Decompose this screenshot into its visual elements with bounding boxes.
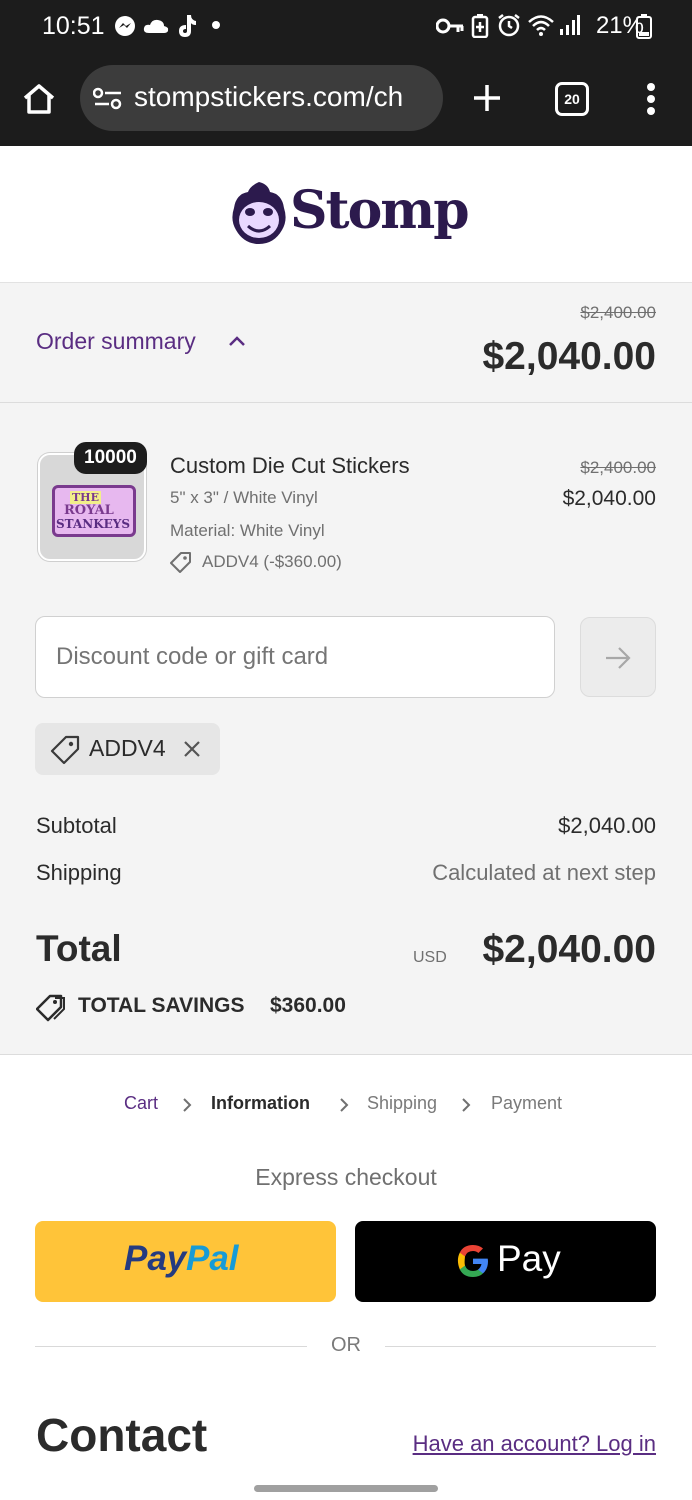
paypal-logo-pay: Pay — [124, 1239, 187, 1278]
savings-tag-icon — [36, 994, 65, 1022]
applied-discount-chip: ADDV4 — [35, 723, 220, 775]
status-bar: 10:51 21% — [0, 0, 692, 52]
breadcrumb-shipping: Shipping — [367, 1093, 438, 1113]
savings-value: $360.00 — [270, 994, 346, 1017]
subtotal-value: $2,040.00 — [558, 813, 656, 838]
or-divider-right — [385, 1346, 656, 1347]
close-icon[interactable] — [183, 740, 201, 758]
store-header: Stomp ™ — [0, 146, 692, 283]
arrow-right-icon — [606, 647, 631, 669]
summary-total: $2,040.00 — [482, 335, 656, 378]
google-pay-button[interactable]: Pay — [355, 1221, 656, 1302]
status-time: 10:51 — [42, 12, 105, 40]
signal-icon — [560, 15, 580, 35]
sticker-text-2: ROYAL — [64, 503, 114, 518]
stomp-gorilla-logo-icon[interactable] — [230, 180, 288, 246]
applied-discount-code: ADDV4 — [89, 735, 166, 761]
address-bar[interactable]: stompstickers.com/ch — [80, 65, 443, 131]
google-g-icon — [457, 1245, 488, 1277]
order-summary-panel: Order summary $2,400.00 $2,040.00 THE RO… — [0, 283, 692, 1054]
wifi-icon — [528, 15, 554, 36]
or-divider-left — [35, 1346, 307, 1347]
cloud-icon — [143, 19, 169, 33]
summary-divider — [0, 1054, 692, 1055]
summary-original-total: $2,400.00 — [580, 303, 656, 322]
brand-name[interactable]: Stomp — [290, 180, 470, 241]
url-text[interactable]: stompstickers.com/ch — [134, 81, 430, 113]
tag-icon — [50, 735, 80, 765]
google-pay-label: Pay — [497, 1238, 561, 1279]
alarm-icon — [498, 14, 520, 37]
total-value: $2,040.00 — [482, 928, 656, 971]
paypal-button[interactable]: Pay Pal — [35, 1221, 336, 1302]
shipping-label: Shipping — [36, 860, 122, 885]
order-summary-toggle[interactable]: Order summary $2,400.00 $2,040.00 — [0, 283, 692, 403]
dot-icon — [212, 21, 220, 29]
trademark-mark: ™ — [455, 204, 464, 214]
gesture-home-bar[interactable] — [254, 1485, 438, 1492]
breadcrumb-information: Information — [211, 1093, 310, 1113]
item-material: Material: White Vinyl — [170, 521, 325, 540]
breadcrumb-payment: Payment — [491, 1093, 563, 1113]
tab-switcher-button[interactable]: 20 — [555, 82, 589, 116]
login-link[interactable]: Have an account? Log in — [413, 1431, 656, 1457]
paypal-logo-pal: Pal — [186, 1239, 239, 1278]
new-tab-icon[interactable] — [472, 83, 502, 113]
quantity-badge: 10000 — [74, 442, 147, 474]
item-original-price: $2,400.00 — [580, 458, 656, 477]
total-label: Total — [36, 928, 122, 969]
currency-code: USD — [413, 949, 447, 966]
subtotal-label: Subtotal — [36, 813, 117, 838]
apply-discount-button[interactable] — [580, 617, 656, 697]
tiktok-icon — [179, 15, 196, 37]
battery-icon — [636, 14, 652, 39]
chevron-up-icon[interactable] — [228, 335, 246, 347]
item-variant: 5" x 3" / White Vinyl — [170, 488, 318, 507]
key-icon — [436, 18, 464, 34]
item-discount: ADDV4 (-$360.00) — [202, 552, 342, 571]
browser-toolbar: stompstickers.com/ch 20 — [0, 52, 692, 148]
messenger-icon — [115, 16, 135, 36]
chevron-right-icon — [462, 1098, 471, 1112]
order-summary-label[interactable]: Order summary — [36, 328, 196, 355]
home-icon[interactable] — [22, 82, 56, 116]
shipping-value: Calculated at next step — [432, 860, 656, 885]
or-divider-label: OR — [331, 1334, 361, 1356]
breadcrumb-cart[interactable]: Cart — [124, 1093, 158, 1114]
sticker-text-3: STANKEYS — [56, 517, 131, 531]
tag-icon — [170, 552, 191, 573]
item-price: $2,040.00 — [562, 487, 656, 510]
chevron-right-icon — [183, 1098, 192, 1112]
express-checkout-heading: Express checkout — [255, 1164, 437, 1190]
savings-label: TOTAL SAVINGS — [78, 994, 245, 1017]
discount-code-input[interactable] — [35, 616, 555, 698]
item-title: Custom Die Cut Stickers — [170, 453, 410, 478]
contact-heading: Contact — [36, 1409, 208, 1461]
battery-saver-icon — [471, 14, 489, 38]
chevron-right-icon — [340, 1098, 349, 1112]
more-menu-icon[interactable] — [645, 82, 657, 116]
site-settings-icon[interactable] — [93, 87, 123, 111]
